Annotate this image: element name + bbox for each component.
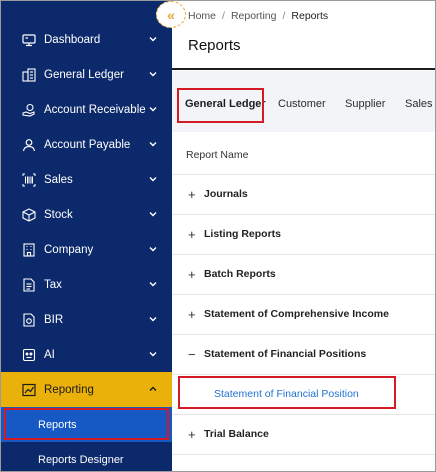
chevron-down-icon <box>149 107 157 112</box>
report-group-statement-of-comprehensive-income[interactable]: + Statement of Comprehensive Income <box>188 304 389 324</box>
expand-icon[interactable]: + <box>188 307 204 322</box>
title-divider <box>172 68 435 70</box>
chevron-down-icon <box>149 317 157 322</box>
sidebar-subitem-reports-designer[interactable]: Reports Designer <box>1 442 172 471</box>
chevron-down-icon <box>149 142 157 147</box>
sidebar-item-dashboard[interactable]: Dashboard <box>1 22 172 57</box>
box-icon <box>22 207 36 222</box>
sidebar-item-account-payable[interactable]: Account Payable <box>1 127 172 162</box>
report-group-label: Batch Reports <box>204 268 276 280</box>
report-group-label: Statement of Financial Positions <box>204 348 367 360</box>
tab-customer[interactable]: Customer <box>278 98 326 110</box>
breadcrumb-separator: / <box>222 10 225 22</box>
sidebar-item-label: Stock <box>44 208 73 221</box>
report-group-label: Journals <box>204 188 248 200</box>
collapse-sidebar-button[interactable]: « <box>156 1 186 28</box>
breadcrumb-reporting[interactable]: Reporting <box>231 10 277 22</box>
double-chevron-left-icon: « <box>167 6 175 23</box>
row-divider <box>172 294 435 295</box>
report-group-journals[interactable]: + Journals <box>188 184 248 204</box>
breadcrumb-home[interactable]: Home <box>188 10 216 22</box>
row-divider <box>172 174 435 175</box>
building-icon <box>22 242 36 257</box>
breadcrumb-separator: / <box>282 10 286 22</box>
sidebar-item-general-ledger[interactable]: General Ledger <box>1 57 172 92</box>
chevron-down-icon <box>149 37 157 42</box>
report-group-batch-reports[interactable]: + Batch Reports <box>188 264 276 284</box>
report-group-label: Statement of Comprehensive Income <box>204 308 389 320</box>
person-icon <box>22 138 36 152</box>
report-group-label: Listing Reports <box>204 228 282 240</box>
chevron-up-icon <box>149 386 157 391</box>
chart-icon <box>22 383 36 397</box>
sidebar-subitem-label: Reports <box>38 418 77 431</box>
expand-icon[interactable]: + <box>188 187 204 202</box>
chevron-down-icon <box>149 247 157 252</box>
coin-hand-icon <box>22 103 36 117</box>
row-divider <box>172 334 435 335</box>
sidebar-item-ai[interactable]: AI <box>1 337 172 372</box>
sidebar-subitem-reports[interactable]: Reports <box>1 407 172 442</box>
sidebar-item-label: BIR <box>44 313 64 326</box>
breadcrumb-reports: Reports <box>291 10 329 22</box>
sidebar: Dashboard General Ledger Account Receiva… <box>1 1 172 471</box>
report-group-label: Trial Balance <box>204 428 269 440</box>
breadcrumb: Home / Reporting / Reports <box>188 10 328 22</box>
report-link-statement-of-financial-position[interactable]: Statement of Financial Position <box>214 388 359 400</box>
row-divider <box>172 374 435 375</box>
sidebar-item-account-receivable[interactable]: Account Receivable <box>1 92 172 127</box>
tab-supplier[interactable]: Supplier <box>345 98 385 110</box>
column-header-report-name: Report Name <box>186 149 249 161</box>
page-title: Reports <box>188 37 241 54</box>
chevron-down-icon <box>149 212 157 217</box>
chevron-down-icon <box>149 352 157 357</box>
chevron-down-icon <box>149 282 157 287</box>
sidebar-item-label: Account Payable <box>44 138 131 151</box>
sidebar-item-label: Tax <box>44 278 62 291</box>
row-divider <box>172 454 435 455</box>
row-divider <box>172 414 435 415</box>
sidebar-item-label: Reporting <box>44 383 94 396</box>
chevron-down-icon <box>149 177 157 182</box>
collapse-icon[interactable]: − <box>188 347 204 362</box>
row-divider <box>172 254 435 255</box>
sidebar-item-label: AI <box>44 348 55 361</box>
sidebar-subitem-label: Reports Designer <box>38 453 124 466</box>
report-group-statement-of-financial-positions[interactable]: − Statement of Financial Positions <box>188 344 366 364</box>
sidebar-item-label: Company <box>44 243 94 256</box>
monitor-icon <box>22 33 36 47</box>
ai-icon <box>22 348 36 362</box>
report-group-trial-balance[interactable]: + Trial Balance <box>188 424 269 444</box>
tax-document-icon <box>22 277 36 292</box>
chevron-down-icon <box>149 72 157 77</box>
ledger-icon <box>22 67 36 82</box>
tab-sales[interactable]: Sales <box>405 98 433 110</box>
barcode-icon <box>22 173 36 187</box>
bir-document-icon <box>22 312 36 327</box>
sidebar-item-label: Account Receivable <box>44 103 146 116</box>
sidebar-item-label: Sales <box>44 173 73 186</box>
main-content: Home / Reporting / Reports Reports Gener… <box>172 1 435 471</box>
sidebar-item-tax[interactable]: Tax <box>1 267 172 302</box>
sidebar-item-bir[interactable]: BIR <box>1 302 172 337</box>
report-group-listing-reports[interactable]: + Listing Reports <box>188 224 281 244</box>
expand-icon[interactable]: + <box>188 427 204 442</box>
sidebar-item-company[interactable]: Company <box>1 232 172 267</box>
app-frame: Dashboard General Ledger Account Receiva… <box>0 0 436 472</box>
tab-general-ledger[interactable]: General Ledger <box>185 98 266 110</box>
sidebar-item-stock[interactable]: Stock <box>1 197 172 232</box>
sidebar-item-reporting[interactable]: Reporting <box>1 372 172 407</box>
row-divider <box>172 214 435 215</box>
expand-icon[interactable]: + <box>188 267 204 282</box>
expand-icon[interactable]: + <box>188 227 204 242</box>
sidebar-item-label: Dashboard <box>44 33 101 46</box>
sidebar-item-sales[interactable]: Sales <box>1 162 172 197</box>
sidebar-item-label: General Ledger <box>44 68 124 81</box>
